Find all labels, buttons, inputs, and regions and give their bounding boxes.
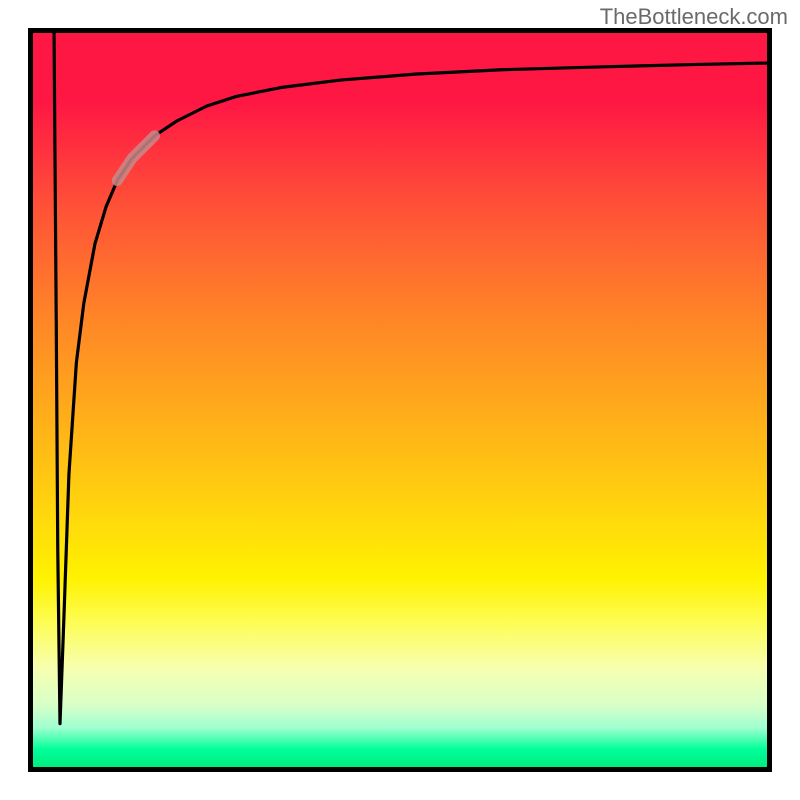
frame-bottom (28, 767, 772, 772)
chart-container (28, 28, 772, 772)
highlight-segment (117, 136, 154, 181)
attribution-text: TheBottleneck.com (600, 4, 788, 30)
chart-svg (28, 28, 772, 772)
bottleneck-curve (54, 32, 772, 724)
frame-right (767, 28, 772, 772)
frame-top (28, 28, 772, 33)
frame-left (28, 28, 33, 772)
